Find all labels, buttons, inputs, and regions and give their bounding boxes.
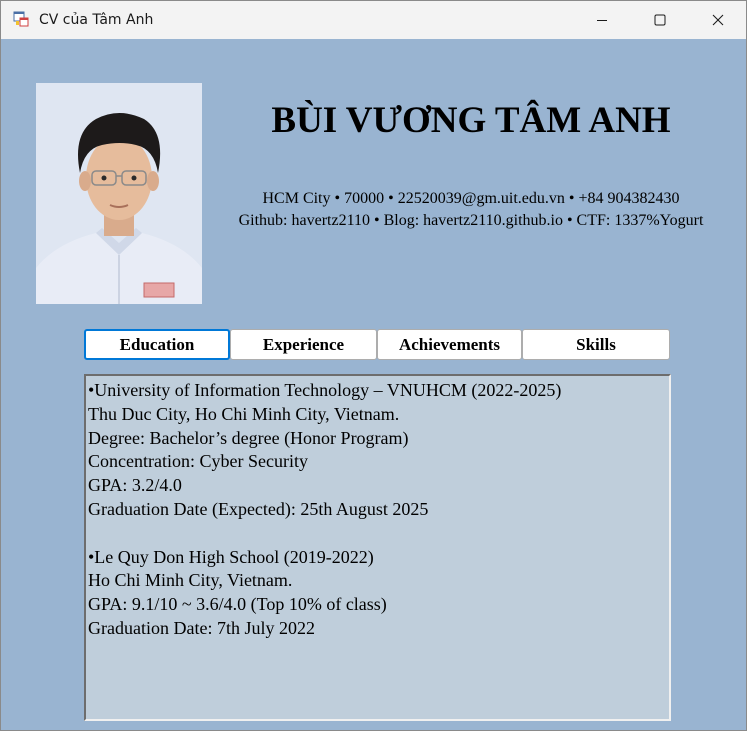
full-name: BÙI VƯƠNG TÂM ANH [271,100,671,141]
education-textbox[interactable]: •University of Information Technology – … [84,374,671,721]
tab-skills[interactable]: Skills [522,329,670,360]
education-line: •University of Information Technology – … [88,380,562,400]
title-bar[interactable]: CV của Tâm Anh [1,1,746,39]
education-line: Ho Chi Minh City, Vietnam. [88,570,293,591]
tab-experience[interactable]: Experience [230,329,377,360]
contact-info-line: HCM City • 70000 • 22520039@gm.uit.edu.v… [262,190,680,207]
tab-achievements[interactable]: Achievements [377,329,522,360]
minimize-icon [597,20,607,21]
education-line: GPA: 3.2/4.0 [88,475,182,496]
education-line: GPA: 9.1/10 ~ 3.6/4.0 (Top 10% of class) [88,594,387,615]
close-icon [712,14,724,26]
tab-education[interactable]: Education [84,329,230,360]
cv-window: CV của Tâm Anh BÙI VƯƠNG TÂM ANH HCM Cit… [0,0,747,731]
window-title: CV của Tâm Anh [39,12,154,28]
education-line [88,522,669,546]
close-button[interactable] [689,1,746,39]
minimize-button[interactable] [573,1,631,39]
education-line: Graduation Date (Expected): 25th August … [88,498,429,519]
app-window-icon [13,11,29,27]
maximize-button[interactable] [631,1,689,39]
education-line: Concentration: Cyber Security [88,451,308,472]
social-links-line: Github: havertz2110 • Blog: havertz2110.… [238,212,704,229]
profile-photo [36,83,202,304]
education-line: •Le Quy Don High School (2019-2022) [88,546,374,567]
education-line: Thu Duc City, Ho Chi Minh City, Vietnam. [88,403,400,424]
education-line: Graduation Date: 7th July 2022 [88,617,315,638]
maximize-icon [654,14,666,26]
education-line: Degree: Bachelor’s degree (Honor Program… [88,427,409,448]
